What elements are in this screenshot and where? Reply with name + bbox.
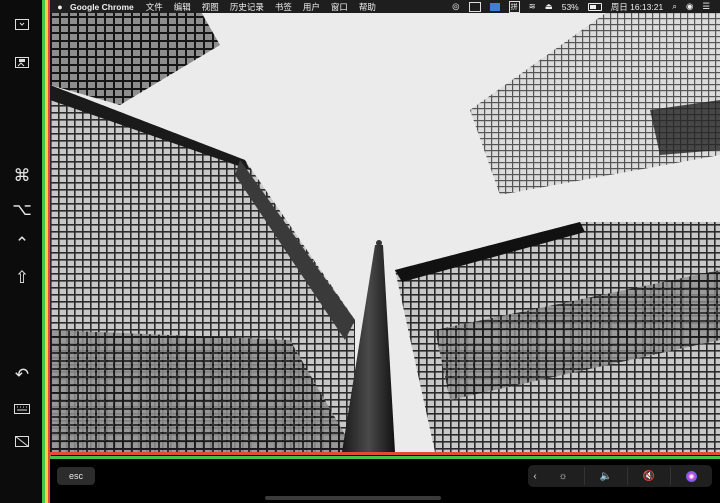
- apple-menu-icon[interactable]: ●: [50, 2, 70, 12]
- menu-bar: ● Google Chrome 文件 编辑 视图 历史记录 书签 用户 窗口 帮…: [50, 0, 720, 13]
- screen-icon[interactable]: [8, 13, 36, 35]
- control-key-icon[interactable]: ⌃: [8, 233, 36, 255]
- sidecar-sidebar: ⌘ ⌥ ⌃ ⇧ ↶: [0, 0, 42, 503]
- touch-bar: esc ‹ ☼ 🔈 🔇: [50, 459, 720, 503]
- screen-mirror-icon[interactable]: [468, 1, 481, 12]
- sidecar-icon[interactable]: [489, 2, 500, 11]
- spotlight-search-icon[interactable]: ⌕: [672, 1, 677, 12]
- command-key-icon[interactable]: ⌘: [8, 165, 36, 187]
- menu-view[interactable]: 视图: [202, 1, 219, 13]
- menu-bookmarks[interactable]: 书签: [275, 1, 292, 13]
- menubar-clock[interactable]: 周日 16:13:21: [611, 1, 663, 13]
- undo-icon[interactable]: ↶: [8, 364, 36, 386]
- volume-icon[interactable]: 🔈: [584, 467, 627, 485]
- menu-help[interactable]: 帮助: [359, 1, 376, 13]
- menu-edit[interactable]: 编辑: [174, 1, 191, 13]
- collapse-chevron-icon[interactable]: ‹: [528, 467, 542, 485]
- battery-percent: 53%: [561, 1, 579, 12]
- keyboard-icon[interactable]: [8, 398, 36, 420]
- shift-key-icon[interactable]: ⇧: [8, 267, 36, 289]
- option-key-icon[interactable]: ⌥: [8, 199, 36, 221]
- mute-icon[interactable]: 🔇: [627, 467, 670, 485]
- menu-people[interactable]: 用户: [303, 1, 320, 13]
- menu-file[interactable]: 文件: [146, 1, 163, 13]
- wifi-icon[interactable]: ≋: [529, 1, 536, 12]
- wallpaper-skyscrapers: [50, 0, 720, 452]
- notification-center-icon[interactable]: ☰: [702, 1, 710, 12]
- menu-history[interactable]: 历史记录: [230, 1, 264, 13]
- home-indicator: [265, 496, 441, 500]
- creative-cloud-icon[interactable]: ◎: [452, 1, 459, 12]
- user-account-icon[interactable]: ◉: [686, 1, 693, 12]
- control-strip: ‹ ☼ 🔈 🔇: [528, 465, 712, 487]
- desktop-icon[interactable]: [8, 51, 36, 73]
- main-screen: ● Google Chrome 文件 编辑 视图 历史记录 书签 用户 窗口 帮…: [50, 0, 720, 452]
- input-method-icon[interactable]: 拼: [508, 0, 520, 13]
- eject-icon[interactable]: ⏏: [545, 1, 553, 12]
- brightness-icon[interactable]: ☼: [542, 467, 584, 485]
- siri-icon[interactable]: [670, 467, 711, 485]
- battery-icon[interactable]: [587, 2, 602, 11]
- esc-key[interactable]: esc: [57, 467, 95, 485]
- hide-screen-icon[interactable]: [8, 430, 36, 452]
- frame-red-bottom: [50, 452, 720, 455]
- menu-window[interactable]: 窗口: [331, 1, 348, 13]
- app-menu[interactable]: Google Chrome: [70, 2, 134, 12]
